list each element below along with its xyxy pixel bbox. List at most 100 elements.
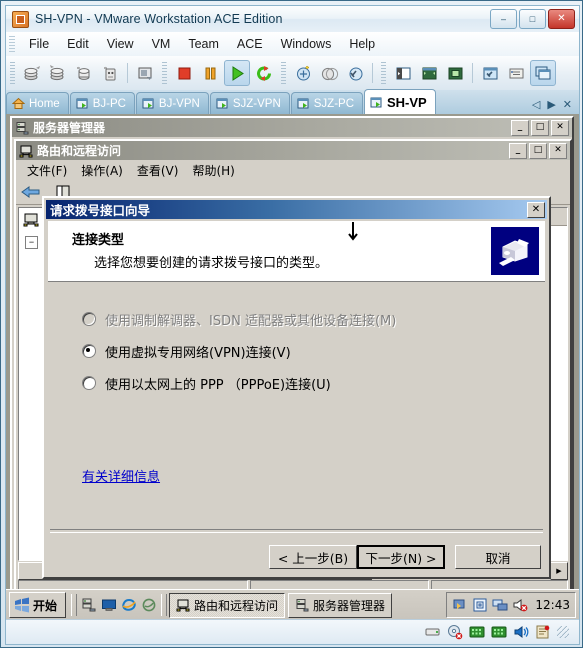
vmware-shared-icon[interactable] — [472, 597, 488, 613]
tab-close-icon[interactable]: ✕ — [563, 100, 572, 111]
vmware-client-frame: SH-VPN - VMware Workstation ACE Edition … — [5, 5, 580, 645]
taskbar-item-server-manager[interactable]: 服务器管理器 — [288, 592, 393, 618]
quick-launch-show-desktop[interactable] — [99, 595, 119, 615]
show-sidebar-button[interactable] — [391, 61, 415, 85]
menu-vm[interactable]: VM — [143, 34, 180, 54]
next-button[interactable]: 下一步(N) > — [357, 545, 445, 569]
option-pppoe[interactable]: 使用以太网上的 PPP （PPPoE)连接(U) — [82, 373, 545, 393]
power-on-button[interactable] — [224, 60, 250, 86]
tab-sjz-vpn[interactable]: SJZ-VPN — [209, 92, 290, 114]
taskbar-item-rras[interactable]: 路由和远程访问 — [169, 592, 286, 618]
option-vpn[interactable]: 使用虚拟专用网络(VPN)连接(V) — [82, 341, 545, 361]
clock[interactable]: 12:43 — [535, 598, 570, 612]
radio-pppoe[interactable] — [82, 376, 96, 390]
menu-ace[interactable]: ACE — [228, 34, 272, 54]
clone-vm-button[interactable] — [317, 61, 341, 85]
snapshot-revert-button[interactable] — [46, 61, 70, 85]
tab-next-icon[interactable]: ▶ — [547, 100, 555, 111]
power-off-button[interactable] — [172, 61, 196, 85]
start-button[interactable]: 开始 — [9, 592, 67, 618]
new-vm-button[interactable] — [291, 61, 315, 85]
tab-bj-pc[interactable]: BJ-PC — [69, 92, 135, 114]
tab-prev-icon[interactable]: ◁ — [532, 100, 540, 111]
wizard-header-text: 连接类型 选择您想要创建的请求拨号接口的类型。 — [48, 221, 328, 271]
volume-muted-icon[interactable] — [512, 597, 528, 613]
server-manager-title: 服务器管理器 — [33, 121, 106, 135]
maximize-button[interactable]: □ — [531, 119, 549, 136]
menu-view[interactable]: View — [98, 34, 143, 54]
tab-bj-vpn[interactable]: BJ-VPN — [135, 92, 209, 114]
tab-home[interactable]: Home — [6, 92, 69, 114]
toolbar-grip-4[interactable] — [381, 62, 386, 84]
cd-dvd-icon[interactable] — [447, 624, 463, 640]
tree-collapse-toggle[interactable]: − — [25, 236, 38, 249]
wizard-close-button[interactable]: ✕ — [527, 201, 545, 218]
vmware-tools-icon[interactable] — [452, 597, 468, 613]
option-modem-isdn-label: 使用调制解调器、ISDN 适配器或其他设备连接(M) — [105, 313, 397, 329]
more-information-link[interactable]: 有关详细信息 — [82, 466, 160, 485]
minimize-button[interactable]: _ — [509, 142, 527, 159]
suspend-button[interactable] — [198, 61, 222, 85]
vm-tab-bar: Home BJ-PC BJ-VPN SJZ-VPN SJZ-PC SH-VP ◁… — [6, 89, 579, 114]
sound-card-icon[interactable] — [513, 624, 529, 640]
menu-help[interactable]: Help — [340, 34, 384, 54]
quick-launch-server-manager[interactable] — [79, 595, 99, 615]
tab-sjz-pc[interactable]: SJZ-PC — [290, 92, 363, 114]
preferences-button[interactable] — [478, 61, 502, 85]
menu-edit[interactable]: Edit — [58, 34, 98, 54]
radio-modem-isdn[interactable] — [82, 312, 96, 326]
menu-view[interactable]: 查看(V) — [130, 161, 186, 180]
reset-button[interactable] — [252, 61, 276, 85]
quick-launch-ie-alt[interactable] — [139, 595, 159, 615]
capture-screen-button[interactable] — [133, 61, 157, 85]
tab-sh-vpn[interactable]: SH-VP — [364, 89, 436, 114]
summary-view-button[interactable] — [504, 61, 528, 85]
snapshot-manager-icon — [76, 66, 89, 80]
maximize-button[interactable]: □ — [519, 9, 546, 29]
snapshot-take-button[interactable] — [20, 61, 44, 85]
close-button[interactable]: ✕ — [551, 119, 569, 136]
network-icon[interactable] — [492, 597, 508, 613]
menu-file[interactable]: File — [20, 34, 58, 54]
vmware-title-bar[interactable]: SH-VPN - VMware Workstation ACE Edition … — [6, 6, 579, 32]
vm-settings-button[interactable] — [343, 61, 367, 85]
console-view-button[interactable] — [530, 60, 556, 86]
menu-windows[interactable]: Windows — [272, 34, 341, 54]
minimize-button[interactable]: _ — [511, 119, 529, 136]
menu-action[interactable]: 操作(A) — [74, 161, 130, 180]
snapshot-manager-button[interactable] — [72, 61, 96, 85]
toolbar-grip-3[interactable] — [281, 62, 286, 84]
maximize-button[interactable]: □ — [529, 142, 547, 159]
back-icon[interactable] — [20, 183, 42, 201]
radio-vpn[interactable] — [82, 344, 96, 358]
fullscreen-button[interactable] — [417, 61, 441, 85]
scroll-right-arrow[interactable]: ▶ — [550, 562, 568, 580]
toolbar-grip-1[interactable] — [10, 62, 15, 84]
rras-title-bar[interactable]: 路由和远程访问 _ □ ✕ — [16, 141, 570, 160]
quick-launch-internet-explorer[interactable] — [119, 595, 139, 615]
usb-icon[interactable] — [535, 624, 551, 640]
hard-disk-icon[interactable] — [425, 625, 441, 639]
menu-help[interactable]: 帮助(H) — [185, 161, 241, 180]
wizard-title-bar[interactable]: 请求拨号接口向导 ✕ — [46, 200, 547, 219]
cancel-button[interactable]: 取消 — [455, 545, 541, 569]
server-manager-title-bar[interactable]: 服务器管理器 _ □ ✕ — [12, 118, 572, 137]
network-adapter-2-icon[interactable] — [491, 625, 507, 639]
quick-switch-button[interactable] — [443, 61, 467, 85]
menu-file[interactable]: 文件(F) — [20, 161, 74, 180]
network-adapter-1-icon[interactable] — [469, 625, 485, 639]
option-modem-isdn[interactable]: 使用调制解调器、ISDN 适配器或其他设备连接(M) — [82, 309, 545, 329]
menu-team[interactable]: Team — [179, 34, 228, 54]
start-label: 开始 — [33, 598, 58, 613]
close-button[interactable]: ✕ — [548, 9, 575, 29]
usb-devices-button[interactable] — [98, 61, 122, 85]
server-manager-caption-buttons: _ □ ✕ — [511, 119, 572, 136]
guest-os-screen[interactable]: 服务器管理器 _ □ ✕ 路由和远程访问 _ □ ✕ 文件(F) 操作(A) 查… — [6, 114, 579, 620]
menubar-grip[interactable] — [9, 36, 15, 52]
close-button[interactable]: ✕ — [549, 142, 567, 159]
back-button[interactable]: < 上一步(B) — [269, 545, 357, 569]
toolbar-separator-2 — [372, 63, 373, 83]
minimize-button[interactable]: – — [490, 9, 517, 29]
toolbar-grip-2[interactable] — [162, 62, 167, 84]
resize-grip[interactable] — [557, 626, 569, 638]
